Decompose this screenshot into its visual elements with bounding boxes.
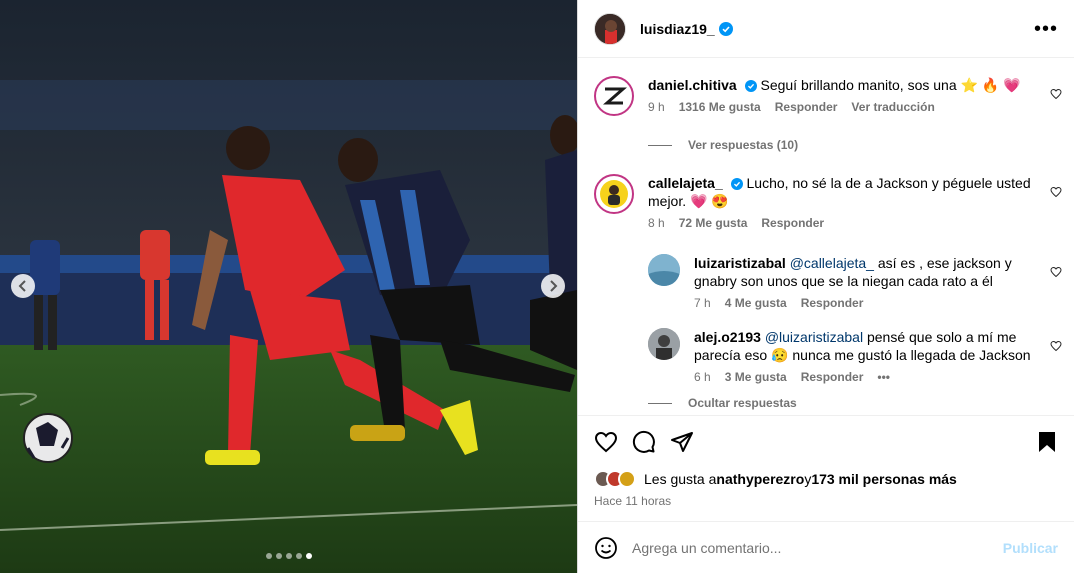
post-media[interactable] bbox=[0, 0, 577, 573]
comment-text: callelajeta_ Lucho, no sé la de a Jackso… bbox=[648, 174, 1032, 210]
chevron-right-icon bbox=[550, 280, 558, 292]
more-options-button[interactable]: ••• bbox=[1034, 19, 1058, 39]
add-comment-bar: Publicar bbox=[578, 521, 1074, 573]
avatar-image bbox=[600, 180, 628, 208]
replier-username[interactable]: luizaristizabal bbox=[694, 255, 786, 271]
author-avatar-image bbox=[595, 13, 625, 44]
likes-prefix: Les gusta a bbox=[644, 471, 717, 487]
likes-others[interactable]: 173 mil personas más bbox=[811, 471, 957, 487]
comments-list[interactable]: daniel.chitiva Seguí brillando manito, s… bbox=[578, 58, 1074, 415]
replier-username[interactable]: alej.o2193 bbox=[694, 329, 761, 345]
comment-meta: 8 h 72 Me gusta Responder bbox=[648, 216, 1032, 230]
reply-item: luizaristizabal @callelajeta_ así es , e… bbox=[578, 254, 1074, 310]
carousel-dot bbox=[265, 553, 272, 559]
reply-button[interactable]: Responder bbox=[761, 216, 824, 230]
likes-mid: y bbox=[804, 471, 812, 487]
like-heart-icon[interactable] bbox=[594, 430, 618, 454]
commenter-avatar[interactable] bbox=[594, 174, 634, 214]
verified-badge-icon bbox=[730, 178, 743, 190]
avatar-image bbox=[648, 328, 680, 360]
reply-meta: 7 h 4 Me gusta Responder bbox=[694, 296, 1032, 310]
author-username[interactable]: luisdiaz19_ bbox=[640, 21, 715, 37]
comment-like-heart-icon[interactable] bbox=[1050, 88, 1062, 100]
emoji-icon[interactable] bbox=[594, 536, 618, 560]
mention-link[interactable]: @callelajeta_ bbox=[790, 255, 874, 271]
comment-like-heart-icon[interactable] bbox=[1050, 340, 1062, 352]
hide-replies-button[interactable]: Ocultar respuestas bbox=[648, 396, 1074, 410]
reply-more-button[interactable]: ••• bbox=[877, 370, 890, 384]
hide-replies-label: Ocultar respuestas bbox=[688, 396, 797, 410]
verified-badge-icon bbox=[744, 80, 757, 92]
mention-link[interactable]: @luizaristizabal bbox=[765, 329, 863, 345]
zeta-logo-icon bbox=[603, 87, 627, 105]
replies-divider bbox=[648, 144, 672, 146]
carousel-prev-button[interactable] bbox=[11, 274, 35, 298]
liker-avatars bbox=[594, 470, 636, 488]
comment-item: daniel.chitiva Seguí brillando manito, s… bbox=[578, 76, 1074, 116]
comment-body: Seguí brillando manito, sos una ⭐ 🔥 💗 bbox=[760, 77, 1021, 93]
reply-text: luizaristizabal @callelajeta_ así es , e… bbox=[694, 254, 1032, 290]
commenter-avatar[interactable] bbox=[594, 76, 634, 116]
comment-text: daniel.chitiva Seguí brillando manito, s… bbox=[648, 76, 1032, 94]
comment-item: callelajeta_ Lucho, no sé la de a Jackso… bbox=[578, 174, 1074, 230]
reply-item: alej.o2193 @luizaristizabal pensé que so… bbox=[578, 328, 1074, 384]
save-bookmark-icon[interactable] bbox=[1036, 430, 1058, 454]
comment-bubble-icon[interactable] bbox=[632, 430, 656, 454]
commenter-username[interactable]: daniel.chitiva bbox=[648, 77, 737, 93]
post-photo bbox=[0, 0, 577, 573]
chevron-left-icon bbox=[18, 280, 26, 292]
reply-meta: 6 h 3 Me gusta Responder ••• bbox=[694, 370, 1032, 384]
comment-time[interactable]: 8 h bbox=[648, 216, 665, 230]
publish-button[interactable]: Publicar bbox=[1003, 540, 1058, 556]
reply-button[interactable]: Responder bbox=[801, 370, 864, 384]
action-bar bbox=[594, 426, 1058, 458]
likes-summary[interactable]: Les gusta a nathyperezro y 173 mil perso… bbox=[594, 470, 1058, 488]
comment-time[interactable]: 9 h bbox=[648, 100, 665, 114]
carousel-dot bbox=[275, 553, 282, 559]
reply-time[interactable]: 7 h bbox=[694, 296, 711, 310]
replier-avatar[interactable] bbox=[648, 254, 680, 286]
reply-text: alej.o2193 @luizaristizabal pensé que so… bbox=[694, 328, 1032, 364]
reply-likes[interactable]: 3 Me gusta bbox=[725, 370, 787, 384]
carousel-next-button[interactable] bbox=[541, 274, 565, 298]
carousel-dot bbox=[305, 553, 312, 559]
share-send-icon[interactable] bbox=[670, 430, 694, 454]
comment-like-heart-icon[interactable] bbox=[1050, 186, 1062, 198]
replier-avatar[interactable] bbox=[648, 328, 680, 360]
post-header: luisdiaz19_ ••• bbox=[578, 0, 1074, 58]
post-actions: Les gusta a nathyperezro y 173 mil perso… bbox=[578, 415, 1074, 521]
avatar-image bbox=[648, 254, 680, 286]
reply-button[interactable]: Responder bbox=[801, 296, 864, 310]
author-avatar[interactable] bbox=[594, 12, 626, 45]
verified-badge-icon bbox=[718, 21, 733, 36]
reply-button[interactable]: Responder bbox=[775, 100, 838, 114]
liker-avatar bbox=[618, 470, 636, 488]
reply-time[interactable]: 6 h bbox=[694, 370, 711, 384]
comment-input[interactable] bbox=[632, 539, 1003, 556]
carousel-dot bbox=[295, 553, 302, 559]
post-detail-panel: luisdiaz19_ ••• daniel.chitiva Seguí bri… bbox=[577, 0, 1074, 573]
view-replies-label: Ver respuestas (10) bbox=[688, 138, 799, 152]
carousel-dot bbox=[285, 553, 292, 559]
comment-meta: 9 h 1316 Me gusta Responder Ver traducci… bbox=[648, 100, 1032, 114]
replies-divider bbox=[648, 402, 672, 404]
carousel-indicator bbox=[0, 553, 577, 559]
liked-by-username[interactable]: nathyperezro bbox=[716, 471, 804, 487]
view-replies-button[interactable]: Ver respuestas (10) bbox=[648, 138, 1074, 152]
reply-likes[interactable]: 4 Me gusta bbox=[725, 296, 787, 310]
post-timestamp[interactable]: Hace 11 horas bbox=[594, 494, 1058, 508]
commenter-username[interactable]: callelajeta_ bbox=[648, 175, 723, 191]
comment-like-heart-icon[interactable] bbox=[1050, 266, 1062, 278]
comment-likes[interactable]: 1316 Me gusta bbox=[679, 100, 761, 114]
comment-likes[interactable]: 72 Me gusta bbox=[679, 216, 748, 230]
translate-button[interactable]: Ver traducción bbox=[851, 100, 934, 114]
